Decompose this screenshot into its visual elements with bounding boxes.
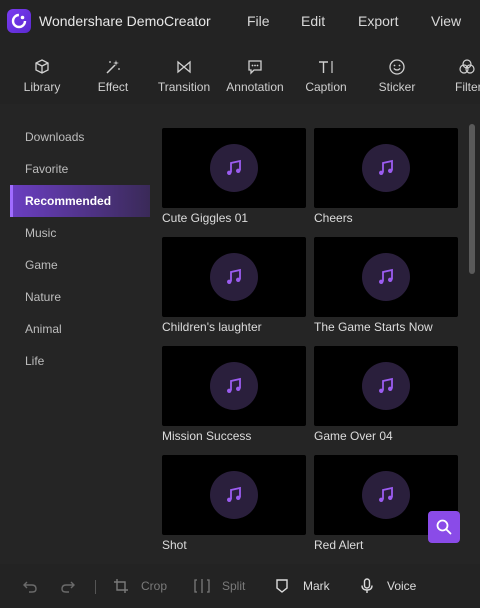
sound-card-label: Mission Success bbox=[162, 429, 252, 443]
category-sidebar: Downloads Favorite Recommended Music Gam… bbox=[0, 104, 150, 564]
crop-icon bbox=[114, 579, 128, 593]
music-note-icon bbox=[362, 253, 410, 301]
sound-thumbnail bbox=[314, 237, 458, 317]
tab-effect[interactable]: Effect bbox=[93, 44, 133, 104]
music-note-icon bbox=[362, 471, 410, 519]
music-note-icon bbox=[210, 144, 258, 192]
sound-thumbnail bbox=[162, 128, 306, 208]
tab-library[interactable]: Library bbox=[22, 44, 62, 104]
voice-label: Voice bbox=[387, 579, 417, 593]
timeline-toolbar: Crop Split Mark Voice bbox=[0, 564, 480, 608]
tab-annotation-label: Annotation bbox=[226, 80, 284, 94]
sound-card[interactable]: Game Over 04 bbox=[314, 346, 458, 443]
sound-thumbnail bbox=[314, 346, 458, 426]
sound-card-label: Cheers bbox=[314, 211, 353, 225]
sound-card[interactable]: Cheers bbox=[314, 128, 458, 225]
tab-sticker[interactable]: Sticker bbox=[377, 44, 417, 104]
audio-library-panel: Downloads Favorite Recommended Music Gam… bbox=[0, 104, 480, 564]
redo-button[interactable] bbox=[60, 564, 76, 608]
tab-transition-label: Transition bbox=[157, 80, 211, 94]
mark-icon bbox=[276, 579, 288, 593]
tab-caption-label: Caption bbox=[305, 80, 347, 94]
undo-icon bbox=[23, 581, 37, 593]
music-note-icon bbox=[210, 362, 258, 410]
sound-card[interactable]: Shot bbox=[162, 455, 306, 552]
sound-thumbnail bbox=[162, 237, 306, 317]
sound-thumbnail bbox=[314, 128, 458, 208]
sound-thumbnail bbox=[162, 346, 306, 426]
microphone-icon bbox=[361, 578, 373, 593]
sidebar-item-life[interactable]: Life bbox=[10, 345, 150, 377]
sidebar-item-downloads[interactable]: Downloads bbox=[10, 121, 150, 153]
library-icon bbox=[35, 59, 49, 74]
music-note-icon bbox=[210, 253, 258, 301]
sidebar-item-favorite[interactable]: Favorite bbox=[10, 153, 150, 185]
sound-card[interactable]: Mission Success bbox=[162, 346, 306, 443]
music-note-icon bbox=[362, 362, 410, 410]
tab-filter-label: Filter bbox=[455, 80, 480, 94]
search-icon bbox=[436, 519, 452, 535]
voice-button[interactable]: Voice bbox=[360, 564, 416, 608]
tab-filter[interactable]: Filter bbox=[455, 44, 480, 104]
magic-wand-icon bbox=[106, 60, 120, 74]
search-button[interactable] bbox=[428, 511, 460, 543]
sound-card[interactable]: Cute Giggles 01 bbox=[162, 128, 306, 225]
sidebar-item-animal[interactable]: Animal bbox=[10, 313, 150, 345]
redo-icon bbox=[61, 581, 75, 593]
app-title: Wondershare DemoCreator bbox=[39, 13, 211, 29]
filter-icon bbox=[459, 59, 475, 74]
sound-card-label: Cute Giggles 01 bbox=[162, 211, 249, 225]
tab-sticker-label: Sticker bbox=[378, 80, 416, 94]
title-bar: Wondershare DemoCreator File Edit Export… bbox=[0, 0, 480, 44]
tab-effect-label: Effect bbox=[97, 80, 129, 94]
toolbar-divider bbox=[95, 580, 96, 594]
mark-label: Mark bbox=[303, 579, 330, 593]
sound-card[interactable]: The Game Starts Now bbox=[314, 237, 458, 334]
smiley-icon bbox=[389, 59, 405, 75]
menu-view[interactable]: View bbox=[431, 13, 461, 29]
menu-export[interactable]: Export bbox=[358, 13, 398, 29]
menu-edit[interactable]: Edit bbox=[301, 13, 325, 29]
caption-icon bbox=[319, 61, 333, 73]
crop-label: Crop bbox=[141, 579, 168, 593]
mark-button[interactable]: Mark bbox=[275, 564, 330, 608]
sound-card[interactable]: Children's laughter bbox=[162, 237, 306, 334]
sidebar-item-recommended[interactable]: Recommended bbox=[10, 185, 150, 217]
split-button[interactable]: Split bbox=[193, 564, 245, 608]
sound-card-label: Game Over 04 bbox=[314, 429, 393, 443]
app-logo-icon bbox=[7, 9, 31, 33]
tab-library-label: Library bbox=[23, 80, 61, 94]
tab-caption[interactable]: Caption bbox=[305, 44, 347, 104]
sound-thumbnail bbox=[162, 455, 306, 535]
undo-button[interactable] bbox=[22, 564, 38, 608]
sidebar-item-music[interactable]: Music bbox=[10, 217, 150, 249]
tab-annotation[interactable]: Annotation bbox=[225, 44, 285, 104]
sidebar-item-game[interactable]: Game bbox=[10, 249, 150, 281]
annotation-icon bbox=[248, 60, 262, 75]
sidebar-item-nature[interactable]: Nature bbox=[10, 281, 150, 313]
menu-file[interactable]: File bbox=[247, 13, 270, 29]
sound-card-label: Children's laughter bbox=[162, 320, 262, 334]
crop-button[interactable]: Crop bbox=[113, 564, 167, 608]
tab-transition[interactable]: Transition bbox=[158, 44, 210, 104]
split-icon bbox=[194, 579, 210, 593]
sound-card-label: The Game Starts Now bbox=[314, 320, 433, 334]
music-note-icon bbox=[362, 144, 410, 192]
resource-toolbar: Library Effect Transition Annotation Cap… bbox=[0, 44, 480, 104]
sound-card-label: Shot bbox=[162, 538, 187, 552]
split-label: Split bbox=[222, 579, 246, 593]
music-note-icon bbox=[210, 471, 258, 519]
vertical-scrollbar[interactable] bbox=[469, 124, 475, 274]
transition-icon bbox=[177, 60, 191, 74]
